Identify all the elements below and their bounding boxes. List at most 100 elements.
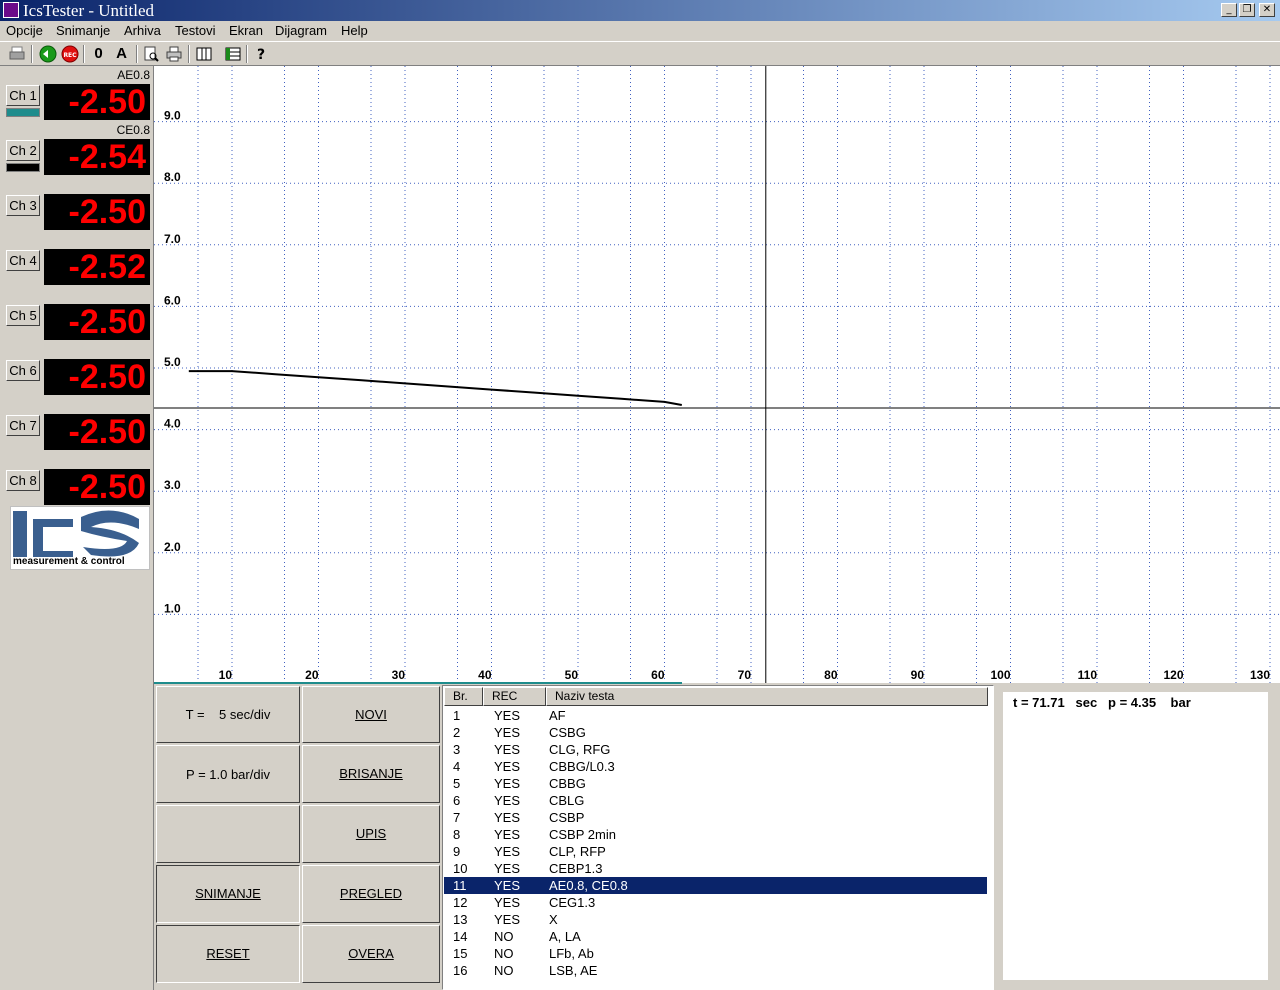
time-division-button[interactable]: T = 5 sec/div [156,686,300,743]
column-header-number[interactable]: Br. [444,687,483,706]
test-number: 14 [453,929,468,944]
list-item[interactable]: 15 NO LFb, Ab [444,945,987,962]
menu-arhiva[interactable]: Arhiva [124,23,161,39]
close-button[interactable]: ✕ [1259,3,1275,17]
x-tick-label: 20 [305,668,319,682]
list-item[interactable]: 4 YES CBBG/L0.3 [444,758,987,775]
menu-ekran[interactable]: Ekran [229,23,263,39]
app-icon[interactable] [3,2,19,18]
x-tick-label: 50 [565,668,579,682]
y-tick-label: 3.0 [164,478,181,492]
x-tick-label: 60 [651,668,665,682]
menu-opcije[interactable]: Opcije [6,23,43,39]
y-tick-label: 1.0 [164,601,181,615]
svg-text:REC: REC [63,52,77,59]
chart-canvas[interactable]: 1.0 2.0 3.0 4.0 5.0 6.0 7.0 8.0 9.0 10 20 30 40 50 60 7… [154,66,1280,683]
channel-1-button[interactable]: Ch 1 [6,85,40,106]
test-name: CSBP 2min [549,827,616,842]
test-number: 2 [453,725,461,740]
channel-8-button[interactable]: Ch 8 [6,470,40,491]
test-rec: YES [494,725,521,740]
test-name: CLP, RFP [549,844,606,859]
menu-testovi[interactable]: Testovi [175,23,215,39]
x-tick-label: 130 [1250,668,1270,682]
channel-2-button[interactable]: Ch 2 [6,140,40,161]
snimanje-button[interactable]: SNIMANJE [156,865,300,923]
list-item[interactable]: 14 NO A, LA [444,928,987,945]
column-header-rec[interactable]: REC [483,687,546,706]
channel-6-display: -2.50 [44,359,150,395]
printer-icon[interactable] [163,44,184,64]
empty-button[interactable] [156,805,300,863]
series-line-1 [188,370,682,406]
svg-text:?: ? [256,47,264,62]
list-item[interactable]: 13 YES X [444,911,987,928]
pregled-label: PREGLED [339,886,403,901]
list-item[interactable]: 9 YES CLP, RFP [444,843,987,860]
channel-5-button[interactable]: Ch 5 [6,305,40,326]
list-item[interactable]: 11 YES AE0.8, CE0.8 [444,877,987,894]
pressure-division-button[interactable]: P = 1.0 bar/div [156,745,300,803]
y-tick-label: 8.0 [164,170,181,184]
brisanje-button[interactable]: BRISANJE [302,745,440,803]
y-tick-label: 2.0 [164,540,181,554]
channel-1-test-label: AE0.8 [117,68,150,82]
test-number: 10 [453,861,468,876]
list-item[interactable]: 3 YES CLG, RFG [444,741,987,758]
zero-button[interactable]: 0 [88,44,109,64]
channel-1-color-swatch [6,108,40,117]
test-number: 8 [453,827,461,842]
overa-label: OVERA [348,946,394,961]
pregled-button[interactable]: PREGLED [302,865,440,923]
minimize-button[interactable]: _ [1221,3,1237,17]
novi-button[interactable]: NOVI [302,686,440,743]
list-item[interactable]: 12 YES CEG1.3 [444,894,987,911]
channel-7-button[interactable]: Ch 7 [6,415,40,436]
reset-button[interactable]: RESET [156,925,300,983]
logo-text: measurement & control [13,556,125,567]
print-preview-icon[interactable] [140,44,161,64]
channel-4-button[interactable]: Ch 4 [6,250,40,271]
column-header-test-name[interactable]: Naziv testa [546,687,988,706]
list-item[interactable]: 8 YES CSBP 2min [444,826,987,843]
pressure-chart[interactable]: 1.0 2.0 3.0 4.0 5.0 6.0 7.0 8.0 9.0 10 20 30 40 50 60 7… [154,66,1280,683]
upis-label: UPIS [355,826,387,841]
brisanje-label: BRISANJE [339,766,403,781]
channel-3-button[interactable]: Ch 3 [6,195,40,216]
print-icon[interactable] [6,44,27,64]
test-name: CSBP [549,810,585,825]
list-item[interactable]: 6 YES CBLG [444,792,987,809]
upis-button[interactable]: UPIS [302,805,440,863]
list-item[interactable]: 16 NO LSB, AE [444,962,987,979]
help-icon[interactable]: ? [250,44,271,64]
menu-snimanje[interactable]: Snimanje [56,23,110,39]
list-item[interactable]: 7 YES CSBP [444,809,987,826]
list-item[interactable]: 10 YES CEBP1.3 [444,860,987,877]
channel-6-button[interactable]: Ch 6 [6,360,40,381]
channel-2-display: -2.54 [44,139,150,175]
overa-button[interactable]: OVERA [302,925,440,983]
auto-button[interactable]: A [111,44,132,64]
y-tick-label: 6.0 [164,293,181,307]
maximize-button[interactable]: ❐ [1239,3,1255,17]
test-number: 6 [453,793,461,808]
ics-logo-icon [13,510,139,557]
list-item[interactable]: 2 YES CSBG [444,724,987,741]
test-name: LFb, Ab [549,946,594,961]
columns-icon[interactable] [193,44,214,64]
test-rec: YES [494,776,521,791]
test-rec: YES [494,759,521,774]
list-item[interactable]: 1 YES AF [444,707,987,724]
x-tick-label: 110 [1078,668,1098,682]
test-list[interactable]: Br. REC Naziv testa 1 YES AF 2 YES CSBG 3 YES CL… [442,685,994,990]
menu-help[interactable]: Help [341,23,368,39]
start-icon[interactable] [37,44,58,64]
test-name: CBBG/L0.3 [549,759,615,774]
menu-dijagram[interactable]: Dijagram [275,23,327,39]
list-item[interactable]: 5 YES CBBG [444,775,987,792]
record-icon[interactable]: REC [59,44,80,64]
table-view-icon[interactable] [222,44,243,64]
x-tick-label: 40 [478,668,492,682]
x-tick-label: 10 [219,668,233,682]
test-name: CBBG [549,776,586,791]
